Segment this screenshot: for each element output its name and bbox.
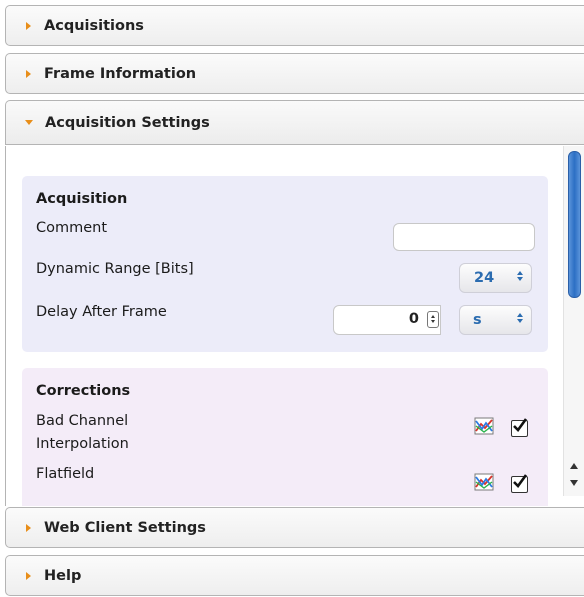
checkmark-icon bbox=[513, 474, 528, 488]
vertical-scrollbar[interactable] bbox=[563, 146, 584, 496]
triangle-right-icon bbox=[26, 523, 31, 532]
delay-after-frame-input[interactable]: 0 bbox=[333, 305, 441, 335]
delay-unit-value: s bbox=[473, 312, 482, 328]
bad-channel-label: Bad Channel bbox=[36, 413, 129, 429]
delay-value: 0 bbox=[408, 311, 419, 327]
accordion-label: Frame Information bbox=[44, 65, 197, 82]
acquisition-settings-content: Acquisition Comment Dynamic Range [Bits]… bbox=[5, 146, 584, 506]
delay-after-frame-label: Delay After Frame bbox=[36, 304, 167, 320]
accordion-label: Web Client Settings bbox=[44, 519, 206, 536]
dynamic-range-select[interactable]: 24 bbox=[459, 263, 532, 293]
chart-icon[interactable] bbox=[474, 473, 494, 491]
bad-channel-checkbox[interactable] bbox=[511, 418, 528, 437]
triangle-right-icon bbox=[26, 571, 31, 580]
comment-label: Comment bbox=[36, 220, 108, 236]
scroll-up-icon[interactable] bbox=[568, 460, 580, 472]
dynamic-range-value: 24 bbox=[474, 270, 495, 286]
triangle-right-icon bbox=[26, 69, 31, 78]
accordion-frame-information[interactable]: Frame Information bbox=[5, 53, 584, 94]
accordion-label: Acquisition Settings bbox=[45, 114, 210, 131]
bad-channel-label-line2: Interpolation bbox=[36, 436, 129, 452]
select-arrows-icon bbox=[516, 271, 523, 287]
flatfield-checkbox[interactable] bbox=[511, 474, 528, 493]
select-arrows-icon bbox=[516, 313, 523, 329]
panel-title: Acquisition bbox=[36, 191, 128, 207]
corrections-panel: Corrections Bad Channel Interpolation Fl… bbox=[22, 368, 548, 506]
dynamic-range-label: Dynamic Range [Bits] bbox=[36, 261, 194, 277]
chart-icon[interactable] bbox=[474, 417, 494, 435]
accordion-web-client-settings[interactable]: Web Client Settings bbox=[5, 507, 584, 548]
checkmark-icon bbox=[513, 418, 528, 432]
accordion-acquisition-settings[interactable]: Acquisition Settings bbox=[5, 100, 584, 145]
triangle-right-icon bbox=[26, 21, 31, 30]
scrollbar-thumb[interactable] bbox=[568, 151, 581, 298]
delay-unit-select[interactable]: s bbox=[459, 305, 532, 335]
accordion-label: Acquisitions bbox=[44, 17, 144, 34]
panel-title: Corrections bbox=[36, 383, 131, 399]
delay-stepper[interactable] bbox=[427, 311, 439, 328]
flatfield-label: Flatfield bbox=[36, 466, 95, 482]
acquisition-panel: Acquisition Comment Dynamic Range [Bits]… bbox=[22, 176, 548, 352]
scroll-down-icon[interactable] bbox=[568, 477, 580, 489]
accordion-acquisitions[interactable]: Acquisitions bbox=[5, 5, 584, 46]
accordion-label: Help bbox=[44, 567, 82, 584]
accordion-help[interactable]: Help bbox=[5, 555, 584, 596]
comment-input[interactable] bbox=[393, 223, 535, 251]
triangle-down-icon bbox=[25, 120, 33, 125]
